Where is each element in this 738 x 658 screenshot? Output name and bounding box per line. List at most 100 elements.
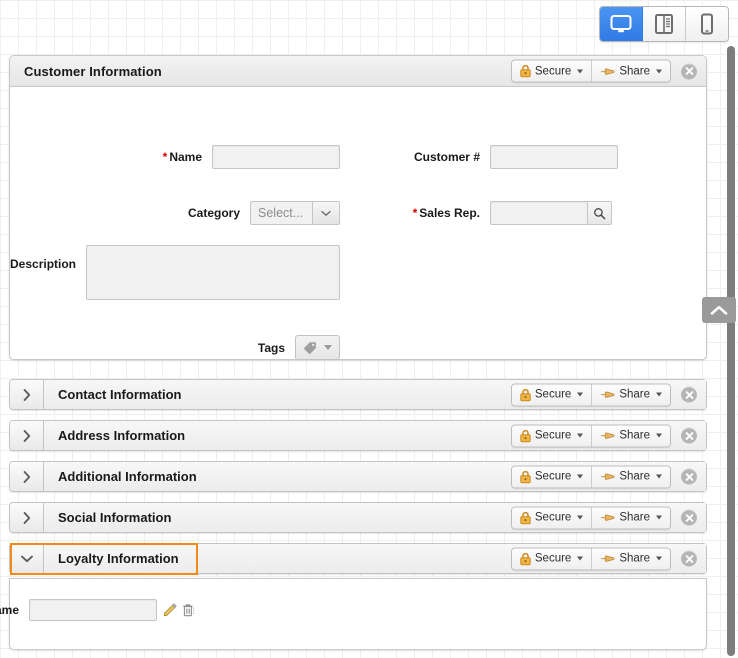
chevron-down-icon	[656, 556, 662, 561]
secure-button[interactable]: Secure	[511, 548, 593, 569]
section-controls: Secure Share	[510, 424, 697, 447]
section-social-information[interactable]: Social Information Secure Share	[9, 502, 707, 533]
share-button-label: Share	[619, 429, 650, 442]
section-header-address-information[interactable]: Address Information Secure Share	[44, 421, 706, 450]
customer-header-controls: Secure Share	[510, 59, 697, 83]
chevron-down-icon	[656, 433, 662, 438]
secure-button-label: Secure	[534, 511, 572, 524]
customer-information-header: Customer Information Secure Share	[10, 56, 706, 87]
section-additional-information[interactable]: Additional Information Secure Share	[9, 461, 707, 492]
close-section-button[interactable]	[681, 386, 697, 403]
device-view-toolbar[interactable]	[599, 6, 729, 42]
sales-rep-search-button[interactable]	[588, 201, 612, 225]
chevron-down-icon	[577, 69, 584, 73]
chevron-down-icon	[20, 555, 33, 562]
field-description-label: Description	[10, 257, 77, 271]
tablet-icon	[655, 14, 673, 34]
chevron-down-icon	[656, 474, 662, 479]
field-customer-number: Customer #	[350, 145, 680, 169]
section-toggle-loyalty-information[interactable]	[10, 544, 44, 573]
share-button[interactable]: Share	[592, 507, 670, 528]
loyalty-information-form: Program Name	[0, 579, 706, 649]
field-sales-rep-label: * Sales Rep.	[412, 206, 480, 220]
vertical-scrollbar[interactable]	[727, 46, 735, 656]
section-header-additional-information[interactable]: Additional Information Secure Share	[44, 462, 706, 491]
search-icon	[594, 207, 606, 219]
desktop-icon	[610, 15, 632, 33]
delete-program-button[interactable]	[182, 603, 196, 617]
field-tags-label: Tags	[257, 340, 285, 355]
pointing-hand-icon	[601, 555, 615, 562]
padlock-icon	[520, 429, 531, 442]
close-section-button[interactable]	[681, 509, 697, 526]
pointing-hand-icon	[601, 68, 615, 75]
section-loyalty-information[interactable]: Loyalty Information Secure Share	[9, 543, 707, 574]
close-section-button[interactable]	[681, 468, 697, 485]
share-button-label: Share	[619, 511, 650, 524]
secure-button[interactable]: Secure	[511, 384, 593, 405]
sales-rep-input[interactable]	[490, 201, 588, 225]
secure-button[interactable]: Secure	[511, 60, 593, 82]
tag-icon	[304, 341, 316, 354]
device-view-tablet-button[interactable]	[643, 7, 686, 41]
customer-information-form: * Name Customer # Category Select... * Sal…	[10, 87, 706, 360]
section-controls: Secure Share	[510, 506, 697, 529]
close-panel-button[interactable]	[681, 63, 697, 79]
device-view-mobile-button[interactable]	[686, 7, 728, 41]
close-section-button[interactable]	[681, 550, 697, 567]
edit-program-button[interactable]	[163, 603, 177, 617]
category-select-value: Select...	[258, 206, 304, 220]
chevron-down-icon	[577, 515, 584, 520]
share-button[interactable]: Share	[592, 384, 670, 405]
collapse-to-top-button[interactable]	[702, 297, 736, 323]
share-button[interactable]: Share	[592, 60, 670, 82]
name-input[interactable]	[212, 145, 340, 169]
description-textarea[interactable]	[86, 245, 340, 300]
section-toggle-contact-information[interactable]	[10, 380, 44, 409]
close-icon	[685, 472, 693, 481]
chevron-down-icon[interactable]	[312, 202, 339, 224]
field-sales-rep: * Sales Rep.	[350, 201, 680, 225]
mobile-icon	[701, 13, 713, 35]
share-button[interactable]: Share	[592, 466, 670, 487]
padlock-icon	[520, 552, 531, 565]
share-button-label: Share	[619, 388, 650, 401]
share-button[interactable]: Share	[592, 548, 670, 569]
field-program-name: Program Name	[0, 599, 196, 621]
section-address-information[interactable]: Address Information Secure Share	[9, 420, 707, 451]
section-header-contact-information[interactable]: Contact Information Secure Share	[44, 380, 706, 409]
chevron-down-icon	[577, 433, 584, 438]
section-controls: Secure Share	[510, 465, 697, 488]
secure-button[interactable]: Secure	[511, 425, 593, 446]
device-view-desktop-button[interactable]	[600, 7, 643, 41]
customer-number-input[interactable]	[490, 145, 618, 169]
section-contact-information[interactable]: Contact Information Secure Share	[9, 379, 707, 410]
padlock-icon	[520, 64, 531, 78]
secure-button[interactable]: Secure	[511, 507, 593, 528]
category-select[interactable]: Select...	[250, 201, 340, 225]
tags-button[interactable]	[295, 335, 340, 360]
secure-button[interactable]: Secure	[511, 466, 593, 487]
secure-share-button-group: Secure Share	[510, 383, 671, 406]
secure-share-button-group: Secure Share	[510, 424, 671, 447]
share-button[interactable]: Share	[592, 425, 670, 446]
field-category-label: Category	[187, 206, 240, 220]
section-toggle-address-information[interactable]	[10, 421, 44, 450]
pointing-hand-icon	[601, 514, 615, 521]
section-toggle-social-information[interactable]	[10, 503, 44, 532]
customer-information-panel: Customer Information Secure Share * Name…	[9, 55, 707, 360]
close-icon	[685, 390, 693, 399]
section-controls: Secure Share	[510, 383, 697, 406]
section-header-loyalty-information[interactable]: Loyalty Information Secure Share	[44, 544, 706, 573]
section-header-social-information[interactable]: Social Information Secure Share	[44, 503, 706, 532]
padlock-icon	[520, 388, 531, 401]
secure-button-label: Secure	[534, 552, 572, 565]
share-button-label: Share	[619, 470, 650, 483]
close-section-button[interactable]	[681, 427, 697, 444]
field-description: Description	[10, 245, 340, 300]
program-name-input[interactable]	[29, 599, 157, 621]
section-toggle-additional-information[interactable]	[10, 462, 44, 491]
field-program-name-label: Program Name	[0, 603, 19, 617]
chevron-down-icon	[577, 556, 584, 561]
field-category: Category Select...	[10, 201, 340, 225]
